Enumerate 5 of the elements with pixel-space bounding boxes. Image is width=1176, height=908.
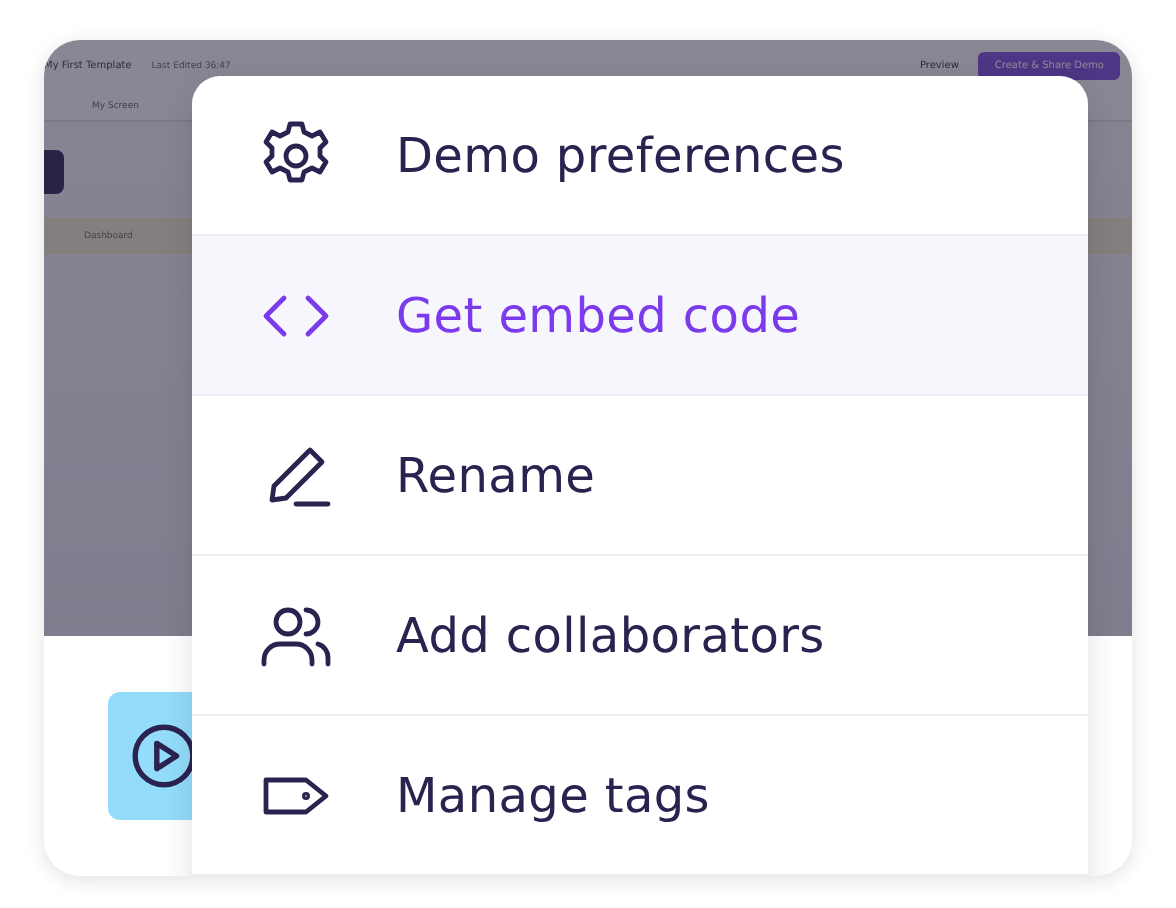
sidebar-block: [44, 150, 64, 194]
menu-item[interactable]: Manage tags: [192, 716, 1088, 876]
menu-item[interactable]: Get embed code: [192, 236, 1088, 396]
menu-item[interactable]: Rename: [192, 396, 1088, 556]
menu-item[interactable]: Add collaborators: [192, 556, 1088, 716]
